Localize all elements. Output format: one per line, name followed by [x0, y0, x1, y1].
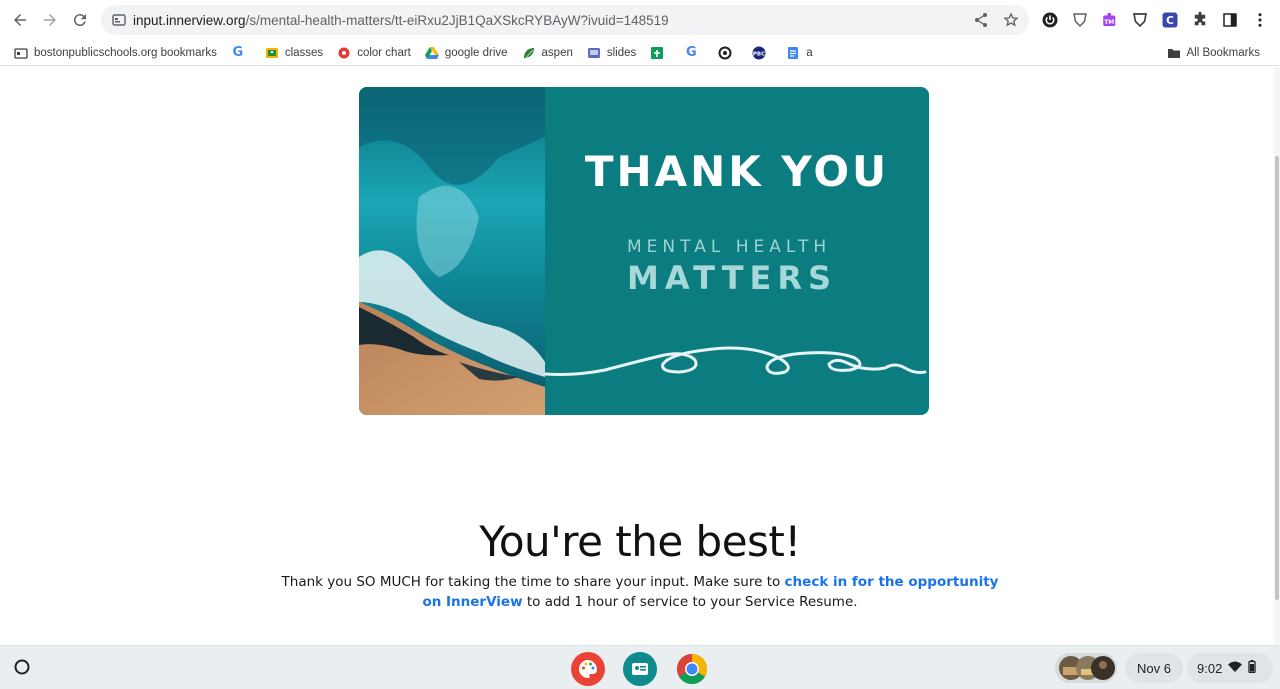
svg-text:PBC: PBC [753, 51, 765, 57]
bookmark-bps[interactable]: bostonpublicschools.org bookmarks [8, 41, 225, 65]
system-shelf: Nov 6 9:02 [0, 645, 1280, 689]
bookmark-google-drive[interactable]: google drive [419, 41, 516, 65]
bookmark-sheets[interactable] [644, 41, 678, 65]
bookmark-google-2[interactable]: G [678, 41, 712, 65]
forward-icon[interactable] [35, 5, 65, 35]
bookmarks-bar: bostonpublicschools.org bookmarks G clas… [0, 40, 1280, 66]
aspen-icon [522, 46, 536, 60]
app-dock [571, 652, 709, 686]
status-area[interactable]: 9:02 [1187, 653, 1273, 683]
thank-you-message: Thank you SO MUCH for taking the time to… [281, 574, 999, 610]
phone-hub-avatars[interactable] [1055, 653, 1117, 683]
svg-text:TM: TM [1104, 19, 1114, 26]
google-icon: G [232, 45, 244, 60]
slides-icon [587, 46, 601, 60]
bookmark-slides[interactable]: slides [581, 41, 644, 65]
shield-icon[interactable] [1068, 8, 1092, 32]
extensions-icon[interactable] [1188, 8, 1212, 32]
page-content: THANK YOU MENTAL HEALTH MATTERS You're t… [0, 67, 1280, 645]
bookmark-google[interactable]: G [225, 41, 259, 65]
launcher-icon[interactable] [12, 657, 32, 677]
scrollbar-thumb[interactable] [1275, 156, 1279, 600]
bookmark-color-chart[interactable]: color chart [331, 41, 419, 65]
bookmark-star-icon[interactable] [999, 8, 1023, 32]
site-info-icon[interactable] [111, 12, 127, 28]
folder-icon [14, 46, 28, 60]
clock: 9:02 [1197, 660, 1223, 676]
share-icon[interactable] [969, 8, 993, 32]
battery-icon [1248, 660, 1256, 676]
banner-title: THANK YOU [584, 147, 890, 196]
palette-app-icon[interactable] [571, 652, 605, 686]
url-text[interactable]: input.innerview.org/s/mental-health-matt… [133, 13, 669, 28]
color-chart-icon [337, 46, 351, 60]
chrome-app-icon[interactable] [675, 652, 709, 686]
bookmark-classes[interactable]: classes [259, 41, 331, 65]
bookmark-circle[interactable] [712, 41, 746, 65]
pbc-icon: PBC [752, 46, 766, 60]
browser-toolbar: input.innerview.org/s/mental-health-matt… [0, 0, 1280, 40]
bookmark-docs-a[interactable]: a [780, 41, 820, 65]
side-panel-icon[interactable] [1218, 8, 1242, 32]
reload-icon[interactable] [65, 5, 95, 35]
classroom-icon [265, 46, 279, 60]
page-headline: You're the best! [479, 517, 801, 566]
google-icon: G [685, 45, 697, 60]
circle-icon [718, 46, 732, 60]
back-icon[interactable] [5, 5, 35, 35]
c-extension-icon[interactable]: C [1158, 8, 1182, 32]
shield-outline-icon[interactable] [1128, 8, 1152, 32]
classroom-app-icon[interactable] [623, 652, 657, 686]
address-bar[interactable]: input.innerview.org/s/mental-health-matt… [101, 5, 1029, 35]
menu-icon[interactable] [1248, 8, 1272, 32]
drive-icon [424, 46, 439, 60]
all-bookmarks[interactable]: All Bookmarks [1161, 41, 1269, 65]
folder-icon [1167, 46, 1181, 60]
banner-subtitle-line1: MENTAL HEALTH [627, 237, 832, 257]
bookmark-aspen[interactable]: aspen [516, 41, 581, 65]
date-indicator[interactable]: Nov 6 [1125, 653, 1183, 683]
bookmark-pbc[interactable]: PBC [746, 41, 780, 65]
banner-subtitle-line2: MATTERS [627, 259, 838, 297]
wifi-icon [1228, 661, 1243, 676]
power-icon[interactable] [1038, 8, 1062, 32]
docs-icon [786, 46, 800, 60]
svg-text:C: C [1166, 15, 1174, 27]
thank-you-banner: THANK YOU MENTAL HEALTH MATTERS [359, 87, 929, 415]
ocean-beach-photo [359, 87, 545, 415]
puzzle-tm-icon[interactable]: TM [1098, 8, 1122, 32]
wave-line-graphic [545, 346, 927, 376]
sheets-icon [650, 46, 664, 60]
